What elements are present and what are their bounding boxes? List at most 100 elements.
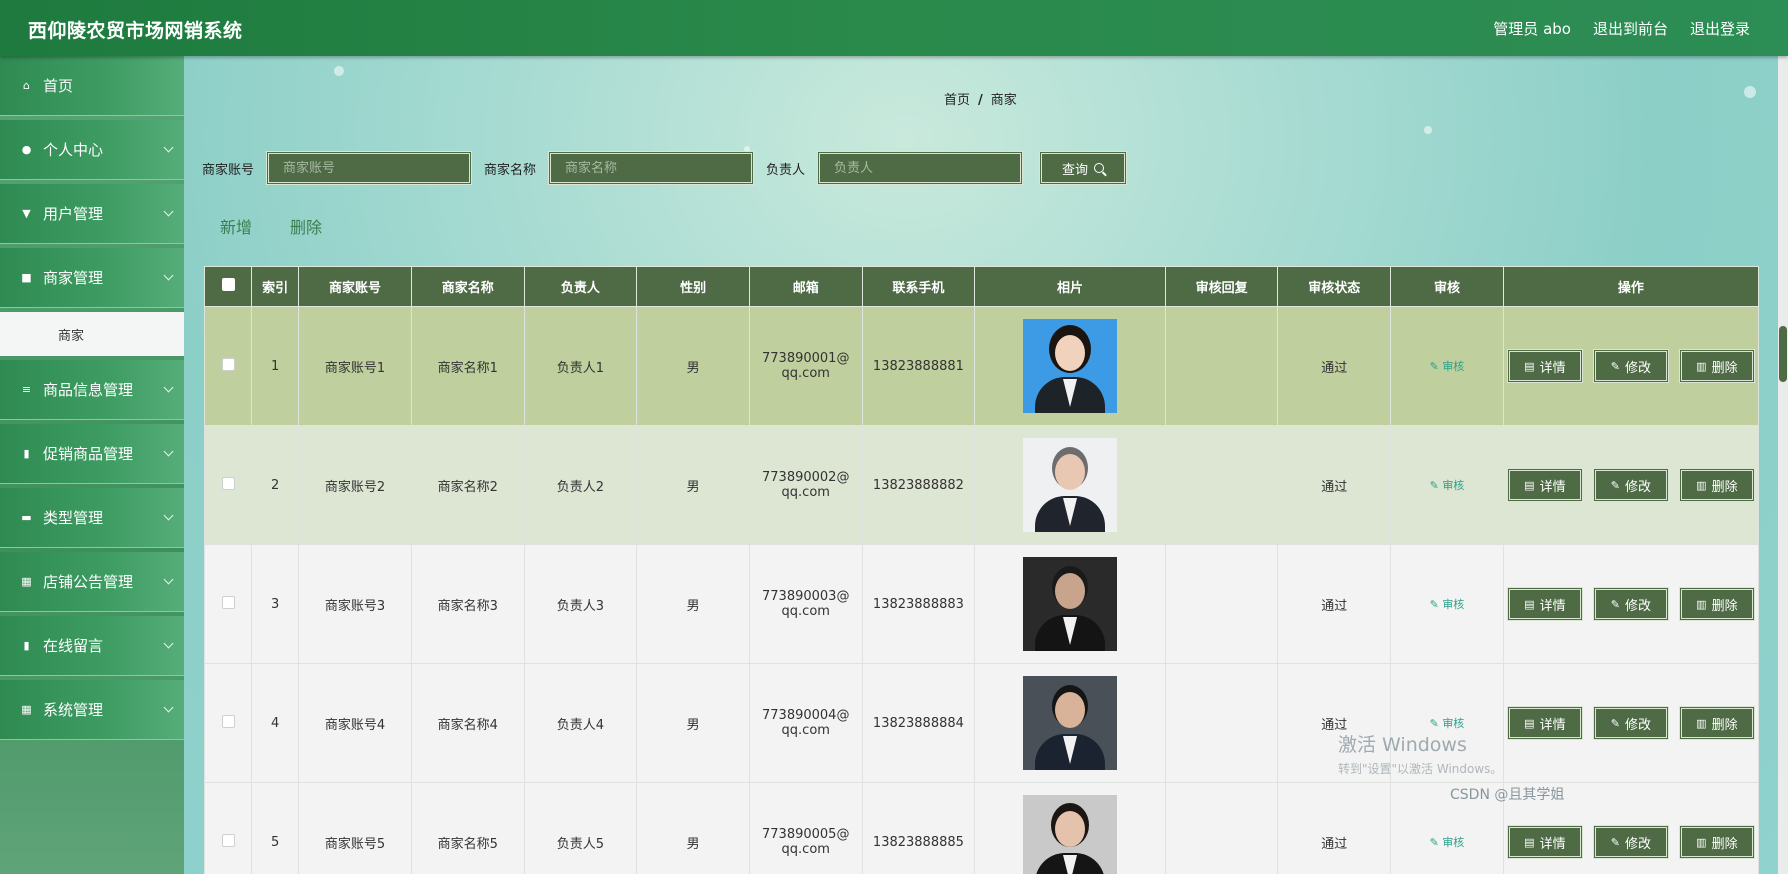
audit-link[interactable]: ✎ 审核 <box>1430 598 1465 611</box>
row-checkbox[interactable] <box>221 833 235 847</box>
gender-cell: 男 <box>636 544 750 664</box>
account-cell: 商家账号4 <box>298 663 412 783</box>
delete-button[interactable]: ▥ 删除 <box>1678 706 1755 740</box>
row-checkbox[interactable] <box>221 714 235 728</box>
column-header: 审核状态 <box>1277 266 1392 307</box>
status-cell: 通过 <box>1277 544 1392 664</box>
row-checkbox[interactable] <box>221 595 235 609</box>
name-search-input[interactable] <box>548 151 755 185</box>
audit-cell: ✎ 审核 <box>1390 306 1504 426</box>
delete-button[interactable]: ▥ 删除 <box>1678 587 1755 621</box>
owner-label: 负责人 <box>766 162 806 178</box>
table-row[interactable]: 4 商家账号4 商家名称4 负责人4 男 773890004@ qq.com 13… <box>203 663 1760 783</box>
document-icon: ▤ <box>1524 716 1535 730</box>
row-checkbox[interactable] <box>221 357 235 371</box>
name-cell: 商家名称3 <box>410 544 525 664</box>
batch-delete-button[interactable]: 删除 <box>290 214 322 238</box>
edit-icon: ✎ <box>1429 717 1443 730</box>
phone-cell: 13823888883 <box>861 544 976 664</box>
email-line: qq.com <box>781 366 830 381</box>
email-line: 773890003@ <box>762 589 850 604</box>
delete-button[interactable]: ▥ 删除 <box>1678 349 1755 383</box>
edit-button[interactable]: ✎ 修改 <box>1592 349 1669 383</box>
document-icon: ▤ <box>1524 835 1535 849</box>
table-row[interactable]: 2 商家账号2 商家名称2 负责人2 男 773890002@ qq.com 13… <box>203 425 1760 545</box>
shop-icon: ■ <box>21 271 32 284</box>
page-scrollbar[interactable] <box>1778 56 1788 874</box>
sidebar-item-label: 用户管理 <box>43 205 104 223</box>
reply-cell <box>1164 425 1279 545</box>
exit-to-front-link[interactable]: 退出到前台 <box>1593 18 1668 39</box>
account-search-input[interactable] <box>266 151 473 185</box>
select-all-cell[interactable] <box>203 266 253 307</box>
add-button[interactable]: 新增 <box>220 214 252 238</box>
table-header-row: 索引 商家账号 商家名称 负责人 性别 邮箱 联系手机 相片 审核回复 审核状态… <box>203 266 1760 307</box>
account-cell: 商家账号1 <box>298 306 412 426</box>
column-header: 性别 <box>636 266 750 307</box>
merchant-photo[interactable] <box>1023 557 1118 651</box>
sidebar-item-personal-center[interactable]: ● 个人中心 <box>0 120 184 180</box>
row-checkbox[interactable] <box>221 476 235 490</box>
phone-cell: 13823888885 <box>861 782 976 874</box>
email-cell: 773890005@ qq.com <box>748 782 863 874</box>
detail-button[interactable]: ▤ 详情 <box>1506 349 1583 383</box>
edit-button[interactable]: ✎ 修改 <box>1592 587 1669 621</box>
edit-button[interactable]: ✎ 修改 <box>1592 468 1669 502</box>
photo-cell <box>974 544 1166 664</box>
sidebar-item-system[interactable]: ▦ 系统管理 <box>0 680 184 740</box>
detail-button[interactable]: ▤ 详情 <box>1506 587 1583 621</box>
email-line: qq.com <box>781 842 830 857</box>
sidebar-item-online-message[interactable]: ▮ 在线留言 <box>0 616 184 676</box>
merchant-table: 索引 商家账号 商家名称 负责人 性别 邮箱 联系手机 相片 审核回复 审核状态… <box>203 266 1760 874</box>
column-header: 负责人 <box>523 266 638 307</box>
table-row[interactable]: 1 商家账号1 商家名称1 负责人1 男 773890001@ qq.com 13… <box>203 306 1760 426</box>
email-line: qq.com <box>781 485 830 500</box>
merchant-photo[interactable] <box>1023 795 1118 874</box>
breadcrumb-home[interactable]: 首页 <box>944 93 970 108</box>
delete-button[interactable]: ▥ 删除 <box>1678 468 1755 502</box>
trash-icon: ▥ <box>1696 359 1707 373</box>
admin-user-link[interactable]: 管理员 abo <box>1493 18 1571 39</box>
name-cell: 商家名称2 <box>410 425 525 545</box>
audit-link[interactable]: ✎ 审核 <box>1430 360 1465 373</box>
sidebar-subitem-merchant[interactable]: 商家 <box>0 312 184 356</box>
logout-link[interactable]: 退出登录 <box>1690 18 1750 39</box>
scrollbar-thumb[interactable] <box>1779 326 1787 382</box>
edit-button[interactable]: ✎ 修改 <box>1592 706 1669 740</box>
sidebar-item-user-management[interactable]: ▼ 用户管理 <box>0 184 184 244</box>
chevron-down-icon <box>163 382 174 393</box>
detail-button[interactable]: ▤ 详情 <box>1506 706 1583 740</box>
merchant-photo[interactable] <box>1023 319 1118 413</box>
sidebar-item-store-notice[interactable]: ▦ 店铺公告管理 <box>0 552 184 612</box>
photo-cell <box>974 663 1166 783</box>
edit-button[interactable]: ✎ 修改 <box>1592 825 1669 859</box>
owner-search-input[interactable] <box>817 151 1024 185</box>
detail-button[interactable]: ▤ 详情 <box>1506 468 1583 502</box>
sidebar-item-label: 系统管理 <box>43 701 104 719</box>
select-all-checkbox[interactable] <box>221 278 235 291</box>
status-cell: 通过 <box>1277 782 1392 874</box>
sidebar-item-merchant-management[interactable]: ■ 商家管理 <box>0 248 184 308</box>
audit-link[interactable]: ✎ 审核 <box>1430 717 1465 730</box>
merchant-photo[interactable] <box>1023 438 1118 532</box>
sidebar-item-product-info[interactable]: ≡ 商品信息管理 <box>0 360 184 420</box>
detail-label: 详情 <box>1539 717 1566 733</box>
audit-label: 审核 <box>1442 479 1465 492</box>
sidebar-item-home[interactable]: ⌂ 首页 <box>0 56 184 116</box>
delete-button[interactable]: ▥ 删除 <box>1678 825 1755 859</box>
chevron-down-icon <box>163 638 174 649</box>
gender-cell: 男 <box>636 663 750 783</box>
query-button[interactable]: 查询 <box>1039 151 1128 185</box>
audit-link[interactable]: ✎ 审核 <box>1430 479 1465 492</box>
trash-icon: ▥ <box>1696 597 1707 611</box>
sidebar-item-category[interactable]: ▬ 类型管理 <box>0 488 184 548</box>
category-icon: ▬ <box>21 511 32 524</box>
audit-link[interactable]: ✎ 审核 <box>1430 836 1465 849</box>
merchant-photo[interactable] <box>1023 676 1118 770</box>
detail-button[interactable]: ▤ 详情 <box>1506 825 1583 859</box>
csdn-watermark: CSDN @且其学姐 <box>1450 787 1565 803</box>
table-row[interactable]: 3 商家账号3 商家名称3 负责人3 男 773890003@ qq.com 13… <box>203 544 1760 664</box>
account-cell: 商家账号3 <box>298 544 412 664</box>
detail-label: 详情 <box>1539 360 1566 376</box>
sidebar-item-promotion[interactable]: ▮ 促销商品管理 <box>0 424 184 484</box>
